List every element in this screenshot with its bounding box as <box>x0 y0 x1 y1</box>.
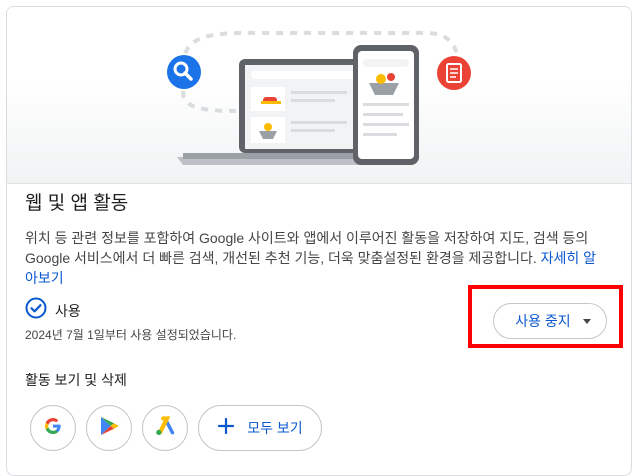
view-all-label: 모두 보기 <box>247 420 303 436</box>
enabled-since-text: 2024년 7월 1일부터 사용 설정되었습니다. <box>25 328 237 342</box>
description-text: 위치 등 관련 정보를 포함하여 Google 사이트와 앱에서 이루어진 활동… <box>25 230 589 266</box>
check-circle-icon <box>25 297 47 324</box>
play-store-app-button[interactable] <box>86 405 132 451</box>
play-store-icon <box>98 415 120 442</box>
devices-illustration <box>167 31 471 165</box>
hero-illustration <box>7 7 631 183</box>
status-row: 사용 <box>25 297 81 324</box>
activity-description: 위치 등 관련 정보를 포함하여 Google 사이트와 앱에서 이루어진 활동… <box>25 228 605 288</box>
google-app-button[interactable] <box>30 405 76 451</box>
google-ads-icon <box>154 415 176 442</box>
view-all-button[interactable]: 모두 보기 <box>198 405 322 451</box>
plus-icon <box>217 417 235 440</box>
pause-button-label: 사용 중지 <box>515 313 571 329</box>
pause-button[interactable]: 사용 중지 <box>493 303 607 339</box>
hero-divider <box>7 183 631 184</box>
view-delete-heading: 활동 보기 및 삭제 <box>25 372 127 388</box>
page-title: 웹 및 앱 활동 <box>25 193 129 214</box>
dropdown-arrow-icon <box>582 318 591 324</box>
status-label: 사용 <box>55 302 81 319</box>
google-icon <box>43 416 63 441</box>
google-ads-app-button[interactable] <box>142 405 188 451</box>
